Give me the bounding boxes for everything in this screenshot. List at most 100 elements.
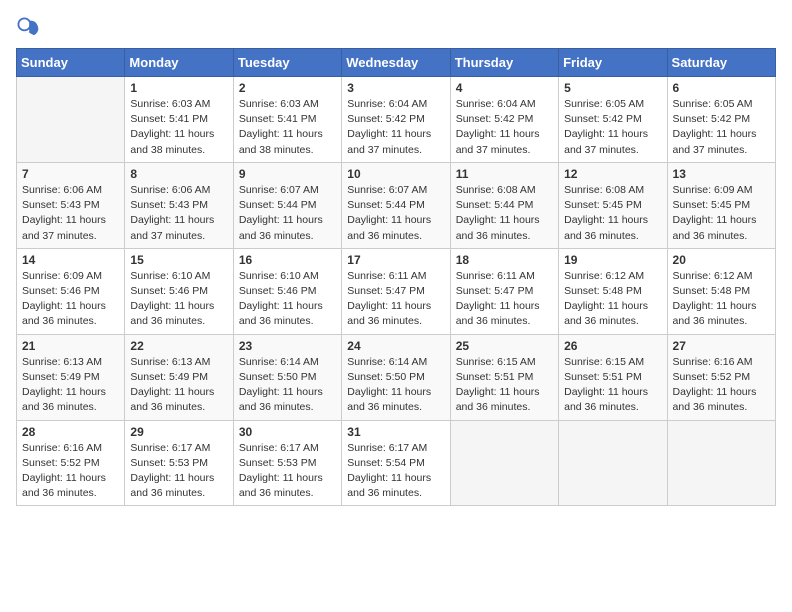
day-number: 7 [22,167,119,181]
day-detail: Sunrise: 6:08 AMSunset: 5:44 PMDaylight:… [456,183,553,244]
day-detail: Sunrise: 6:06 AMSunset: 5:43 PMDaylight:… [130,183,227,244]
day-number: 16 [239,253,336,267]
day-detail: Sunrise: 6:06 AMSunset: 5:43 PMDaylight:… [22,183,119,244]
day-number: 30 [239,425,336,439]
day-number: 27 [673,339,770,353]
calendar-cell: 2 Sunrise: 6:03 AMSunset: 5:41 PMDaylight… [233,77,341,163]
calendar-cell: 7 Sunrise: 6:06 AMSunset: 5:43 PMDaylight… [17,162,125,248]
day-number: 2 [239,81,336,95]
day-number: 5 [564,81,661,95]
day-detail: Sunrise: 6:14 AMSunset: 5:50 PMDaylight:… [239,355,336,416]
day-detail: Sunrise: 6:12 AMSunset: 5:48 PMDaylight:… [673,269,770,330]
calendar-cell: 28Sunrise: 6:16 AMSunset: 5:52 PMDayligh… [17,420,125,506]
day-number: 18 [456,253,553,267]
day-number: 13 [673,167,770,181]
calendar-cell [450,420,558,506]
calendar-cell: 3 Sunrise: 6:04 AMSunset: 5:42 PMDaylight… [342,77,450,163]
calendar-cell: 13 Sunrise: 6:09 AMSunset: 5:45 PMDayligh… [667,162,775,248]
day-header-monday: Monday [125,49,233,77]
day-header-thursday: Thursday [450,49,558,77]
calendar-week-1: 1 Sunrise: 6:03 AMSunset: 5:41 PMDaylight… [17,77,776,163]
calendar-cell: 22 Sunrise: 6:13 AMSunset: 5:49 PMDayligh… [125,334,233,420]
calendar-cell: 21 Sunrise: 6:13 AMSunset: 5:49 PMDayligh… [17,334,125,420]
day-detail: Sunrise: 6:05 AMSunset: 5:42 PMDaylight:… [673,97,770,158]
calendar-cell: 1Sunrise: 6:03 AMSunset: 5:41 PMDaylight… [125,77,233,163]
day-header-sunday: Sunday [17,49,125,77]
day-detail: Sunrise: 6:10 AMSunset: 5:46 PMDaylight:… [130,269,227,330]
day-number: 1 [130,81,227,95]
calendar-cell: 17Sunrise: 6:11 AMSunset: 5:47 PMDayligh… [342,248,450,334]
day-detail: Sunrise: 6:16 AMSunset: 5:52 PMDaylight:… [22,441,119,502]
logo-icon [16,16,40,40]
day-number: 20 [673,253,770,267]
calendar-cell: 23 Sunrise: 6:14 AMSunset: 5:50 PMDayligh… [233,334,341,420]
day-number: 3 [347,81,444,95]
calendar-cell: 27 Sunrise: 6:16 AMSunset: 5:52 PMDayligh… [667,334,775,420]
day-number: 31 [347,425,444,439]
day-detail: Sunrise: 6:03 AMSunset: 5:41 PMDaylight:… [239,97,336,158]
calendar-cell: 11 Sunrise: 6:08 AMSunset: 5:44 PMDayligh… [450,162,558,248]
day-number: 17 [347,253,444,267]
calendar-week-3: 14Sunrise: 6:09 AMSunset: 5:46 PMDayligh… [17,248,776,334]
calendar-cell: 5 Sunrise: 6:05 AMSunset: 5:42 PMDaylight… [559,77,667,163]
day-number: 19 [564,253,661,267]
day-number: 9 [239,167,336,181]
day-number: 4 [456,81,553,95]
day-detail: Sunrise: 6:16 AMSunset: 5:52 PMDaylight:… [673,355,770,416]
day-number: 15 [130,253,227,267]
day-detail: Sunrise: 6:04 AMSunset: 5:42 PMDaylight:… [347,97,444,158]
day-detail: Sunrise: 6:12 AMSunset: 5:48 PMDaylight:… [564,269,661,330]
calendar-cell: 16 Sunrise: 6:10 AMSunset: 5:46 PMDayligh… [233,248,341,334]
calendar-cell: 10 Sunrise: 6:07 AMSunset: 5:44 PMDayligh… [342,162,450,248]
day-detail: Sunrise: 6:17 AMSunset: 5:54 PMDaylight:… [347,441,444,502]
day-number: 8 [130,167,227,181]
calendar-cell: 14Sunrise: 6:09 AMSunset: 5:46 PMDayligh… [17,248,125,334]
calendar-cell: 19 Sunrise: 6:12 AMSunset: 5:48 PMDayligh… [559,248,667,334]
day-number: 29 [130,425,227,439]
day-detail: Sunrise: 6:07 AMSunset: 5:44 PMDaylight:… [239,183,336,244]
calendar-cell: 6 Sunrise: 6:05 AMSunset: 5:42 PMDaylight… [667,77,775,163]
day-detail: Sunrise: 6:11 AMSunset: 5:47 PMDaylight:… [456,269,553,330]
calendar-cell: 8 Sunrise: 6:06 AMSunset: 5:43 PMDaylight… [125,162,233,248]
day-number: 25 [456,339,553,353]
day-number: 6 [673,81,770,95]
day-detail: Sunrise: 6:10 AMSunset: 5:46 PMDaylight:… [239,269,336,330]
day-detail: Sunrise: 6:05 AMSunset: 5:42 PMDaylight:… [564,97,661,158]
calendar-week-2: 7 Sunrise: 6:06 AMSunset: 5:43 PMDaylight… [17,162,776,248]
day-detail: Sunrise: 6:13 AMSunset: 5:49 PMDaylight:… [130,355,227,416]
day-detail: Sunrise: 6:15 AMSunset: 5:51 PMDaylight:… [456,355,553,416]
day-detail: Sunrise: 6:08 AMSunset: 5:45 PMDaylight:… [564,183,661,244]
calendar-cell: 30 Sunrise: 6:17 AMSunset: 5:53 PMDayligh… [233,420,341,506]
calendar-cell [17,77,125,163]
day-detail: Sunrise: 6:13 AMSunset: 5:49 PMDaylight:… [22,355,119,416]
calendar-cell: 15 Sunrise: 6:10 AMSunset: 5:46 PMDayligh… [125,248,233,334]
day-detail: Sunrise: 6:17 AMSunset: 5:53 PMDaylight:… [239,441,336,502]
day-number: 24 [347,339,444,353]
day-detail: Sunrise: 6:09 AMSunset: 5:45 PMDaylight:… [673,183,770,244]
day-number: 21 [22,339,119,353]
calendar-week-5: 28Sunrise: 6:16 AMSunset: 5:52 PMDayligh… [17,420,776,506]
day-number: 12 [564,167,661,181]
calendar-cell: 25 Sunrise: 6:15 AMSunset: 5:51 PMDayligh… [450,334,558,420]
calendar-week-4: 21 Sunrise: 6:13 AMSunset: 5:49 PMDayligh… [17,334,776,420]
calendar-cell [667,420,775,506]
day-number: 11 [456,167,553,181]
calendar-cell: 31 Sunrise: 6:17 AMSunset: 5:54 PMDayligh… [342,420,450,506]
day-detail: Sunrise: 6:17 AMSunset: 5:53 PMDaylight:… [130,441,227,502]
day-detail: Sunrise: 6:07 AMSunset: 5:44 PMDaylight:… [347,183,444,244]
day-header-wednesday: Wednesday [342,49,450,77]
day-detail: Sunrise: 6:14 AMSunset: 5:50 PMDaylight:… [347,355,444,416]
calendar-cell: 9 Sunrise: 6:07 AMSunset: 5:44 PMDaylight… [233,162,341,248]
calendar-cell: 20 Sunrise: 6:12 AMSunset: 5:48 PMDayligh… [667,248,775,334]
calendar-cell [559,420,667,506]
day-number: 14 [22,253,119,267]
day-number: 22 [130,339,227,353]
header [16,16,776,40]
day-number: 23 [239,339,336,353]
logo [16,16,44,40]
day-header-saturday: Saturday [667,49,775,77]
day-number: 10 [347,167,444,181]
calendar-cell: 29 Sunrise: 6:17 AMSunset: 5:53 PMDayligh… [125,420,233,506]
calendar-cell: 24 Sunrise: 6:14 AMSunset: 5:50 PMDayligh… [342,334,450,420]
calendar-cell: 4Sunrise: 6:04 AMSunset: 5:42 PMDaylight… [450,77,558,163]
